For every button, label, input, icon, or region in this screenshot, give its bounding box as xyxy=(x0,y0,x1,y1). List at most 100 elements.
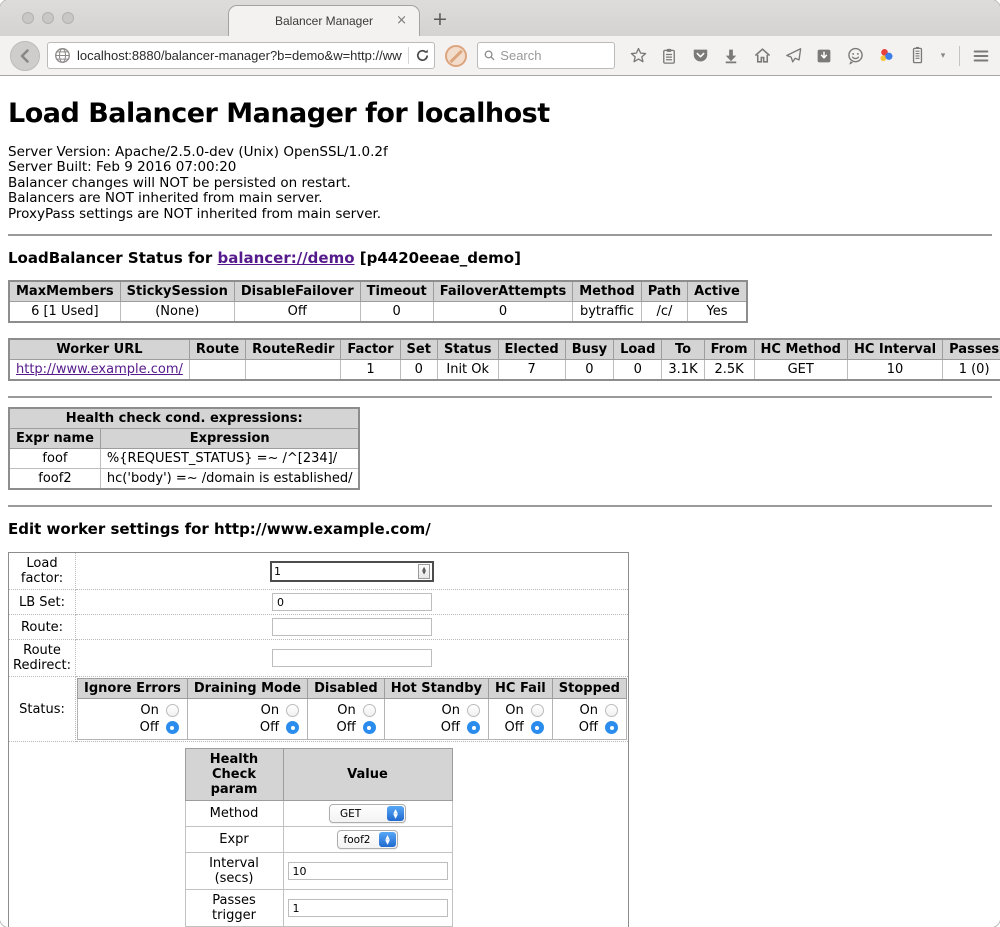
heading-text: LoadBalancer Status for xyxy=(8,249,217,267)
pocket-icon[interactable] xyxy=(690,46,710,66)
radio-on[interactable] xyxy=(363,704,376,717)
balancer-demo-link[interactable]: balancer://demo xyxy=(217,249,354,267)
reload-button[interactable] xyxy=(415,48,430,63)
load-factor-input[interactable] xyxy=(274,565,418,578)
radio-label: On xyxy=(337,702,355,719)
column-header: Draining Mode xyxy=(187,679,307,699)
cell: foof2▲▼ xyxy=(283,827,452,853)
cell: foof xyxy=(9,449,100,469)
radio-label: Off xyxy=(140,719,159,736)
heading-text: [p4420eeae_demo] xyxy=(355,249,521,267)
reader-battery-icon[interactable] xyxy=(907,46,927,66)
radio-off[interactable] xyxy=(467,721,480,734)
cell: 0 xyxy=(360,302,433,323)
back-button[interactable] xyxy=(10,41,40,71)
route-input[interactable] xyxy=(272,618,432,636)
expr-select[interactable]: foof2▲▼ xyxy=(337,830,398,849)
radio-label: Off xyxy=(505,719,524,736)
radio-off[interactable] xyxy=(286,721,299,734)
status-cell-ignore-errors: On Off xyxy=(78,699,188,740)
cell: 6 [1 Used] xyxy=(9,302,120,323)
save-to-device-icon[interactable] xyxy=(814,46,834,66)
loadbalancer-status-heading: LoadBalancer Status for balancer://demo … xyxy=(8,249,992,267)
table-row: foof %{REQUEST_STATUS} =~ /^[234]/ xyxy=(9,449,359,469)
adblock-icon[interactable] xyxy=(445,45,467,67)
column-header: DisableFailover xyxy=(234,281,360,302)
radio-label: On xyxy=(442,702,460,719)
cell xyxy=(246,360,341,381)
cell: 1 xyxy=(341,360,400,381)
interval-input[interactable] xyxy=(288,862,448,880)
url-divider xyxy=(408,47,409,64)
server-version-line: Server Version: Apache/2.5.0-dev (Unix) … xyxy=(8,145,992,160)
radio-on[interactable] xyxy=(166,704,179,717)
column-header: MaxMembers xyxy=(9,281,120,302)
radio-on[interactable] xyxy=(531,704,544,717)
tab-close-icon[interactable]: × xyxy=(396,13,407,28)
radio-off[interactable] xyxy=(531,721,544,734)
status-label: Status: xyxy=(9,677,76,742)
column-header: Hot Standby xyxy=(384,679,488,699)
browser-window: Balancer Manager × + localhost:8880/bala… xyxy=(0,0,1000,927)
divider xyxy=(8,396,992,398)
page-title: Load Balancer Manager for localhost xyxy=(8,98,992,129)
column-header: Path xyxy=(641,281,687,302)
cell: hc('body') =~ /domain is established/ xyxy=(100,469,359,490)
cell: 2.5K xyxy=(704,360,754,381)
menu-icon[interactable] xyxy=(971,46,991,66)
radio-label: Off xyxy=(337,719,356,736)
status-cell-disabled: On Off xyxy=(308,699,385,740)
column-header: StickySession xyxy=(120,281,234,302)
column-header: HC Fail xyxy=(489,679,553,699)
method-select[interactable]: GET▲▼ xyxy=(329,804,406,823)
send-tab-icon[interactable] xyxy=(783,46,803,66)
search-bar[interactable] xyxy=(477,42,615,69)
radio-off[interactable] xyxy=(363,721,376,734)
cell xyxy=(76,640,629,677)
number-spinner-icon[interactable]: ▲▼ xyxy=(418,564,430,579)
column-header: HC Interval xyxy=(847,339,942,360)
chat-smiley-icon[interactable] xyxy=(845,46,865,66)
load-factor-stepper[interactable]: ▲▼ xyxy=(270,561,434,582)
back-arrow-icon xyxy=(17,48,33,64)
close-window-button[interactable] xyxy=(22,12,34,24)
lb-set-input[interactable] xyxy=(272,593,432,611)
column-header: Value xyxy=(283,749,452,801)
tab-balancer-manager[interactable]: Balancer Manager × xyxy=(228,5,420,36)
passes-trigger-input[interactable] xyxy=(288,899,448,917)
radio-on[interactable] xyxy=(605,704,618,717)
home-icon[interactable] xyxy=(752,46,772,66)
minimize-window-button[interactable] xyxy=(42,12,54,24)
column-header: Route xyxy=(189,339,245,360)
column-header: Expr name xyxy=(9,429,100,449)
cell: ▲▼ xyxy=(76,553,629,590)
cell: 0 xyxy=(614,360,662,381)
radio-off[interactable] xyxy=(166,721,179,734)
bookmarks-clipboard-icon[interactable] xyxy=(659,46,679,66)
edit-worker-heading: Edit worker settings for http://www.exam… xyxy=(8,520,992,538)
bookmark-star-icon[interactable] xyxy=(628,46,648,66)
window-controls[interactable] xyxy=(22,12,74,24)
worker-url-link[interactable]: http://www.example.com/ xyxy=(16,362,183,377)
column-header: Load xyxy=(614,339,662,360)
cell: Off xyxy=(234,302,360,323)
radio-on[interactable] xyxy=(286,704,299,717)
url-bar[interactable]: localhost:8880/balancer-manager?b=demo&w… xyxy=(47,42,435,69)
radio-on[interactable] xyxy=(467,704,480,717)
server-info: Server Version: Apache/2.5.0-dev (Unix) … xyxy=(8,145,992,222)
route-label: Route: xyxy=(9,615,76,640)
load-factor-label: Load factor: xyxy=(9,553,76,590)
passes-trigger-label: Passes trigger xyxy=(185,890,283,927)
divider xyxy=(8,505,992,507)
new-tab-button[interactable]: + xyxy=(432,8,448,30)
url-text[interactable]: localhost:8880/balancer-manager?b=demo&w… xyxy=(77,48,402,63)
zoom-window-button[interactable] xyxy=(62,12,74,24)
downloads-icon[interactable] xyxy=(721,46,741,66)
reload-icon xyxy=(415,48,430,63)
search-input[interactable] xyxy=(500,48,608,63)
radio-off[interactable] xyxy=(605,721,618,734)
color-palette-icon[interactable] xyxy=(876,46,896,66)
cell: http://www.example.com/ xyxy=(9,360,189,381)
route-redirect-input[interactable] xyxy=(272,649,432,667)
chevron-down-icon[interactable]: ▾ xyxy=(938,46,948,66)
